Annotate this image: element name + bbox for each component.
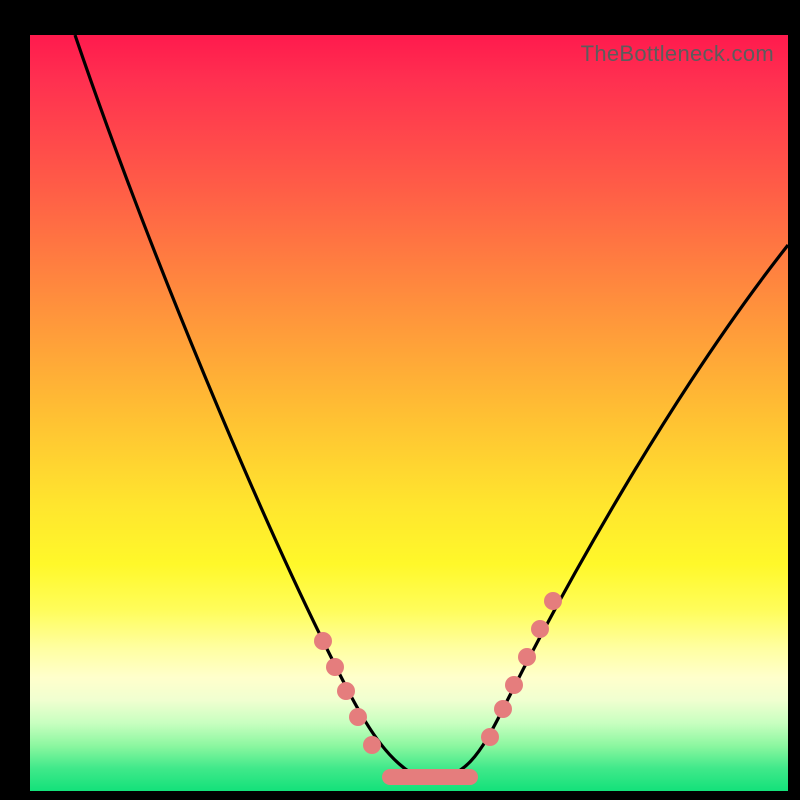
- marker-dot: [494, 700, 512, 718]
- marker-dot: [518, 648, 536, 666]
- watermark-label: TheBottleneck.com: [581, 41, 774, 67]
- marker-dot: [349, 708, 367, 726]
- chart-gradient-background: TheBottleneck.com: [30, 35, 788, 791]
- marker-dot: [531, 620, 549, 638]
- curve-path: [75, 35, 788, 780]
- marker-dot: [505, 676, 523, 694]
- chart-frame: TheBottleneck.com: [9, 9, 791, 791]
- marker-dot: [314, 632, 332, 650]
- marker-dot: [481, 728, 499, 746]
- marker-dot: [326, 658, 344, 676]
- marker-dot: [363, 736, 381, 754]
- marker-dot: [337, 682, 355, 700]
- bottleneck-curve: [30, 35, 788, 791]
- marker-dot: [544, 592, 562, 610]
